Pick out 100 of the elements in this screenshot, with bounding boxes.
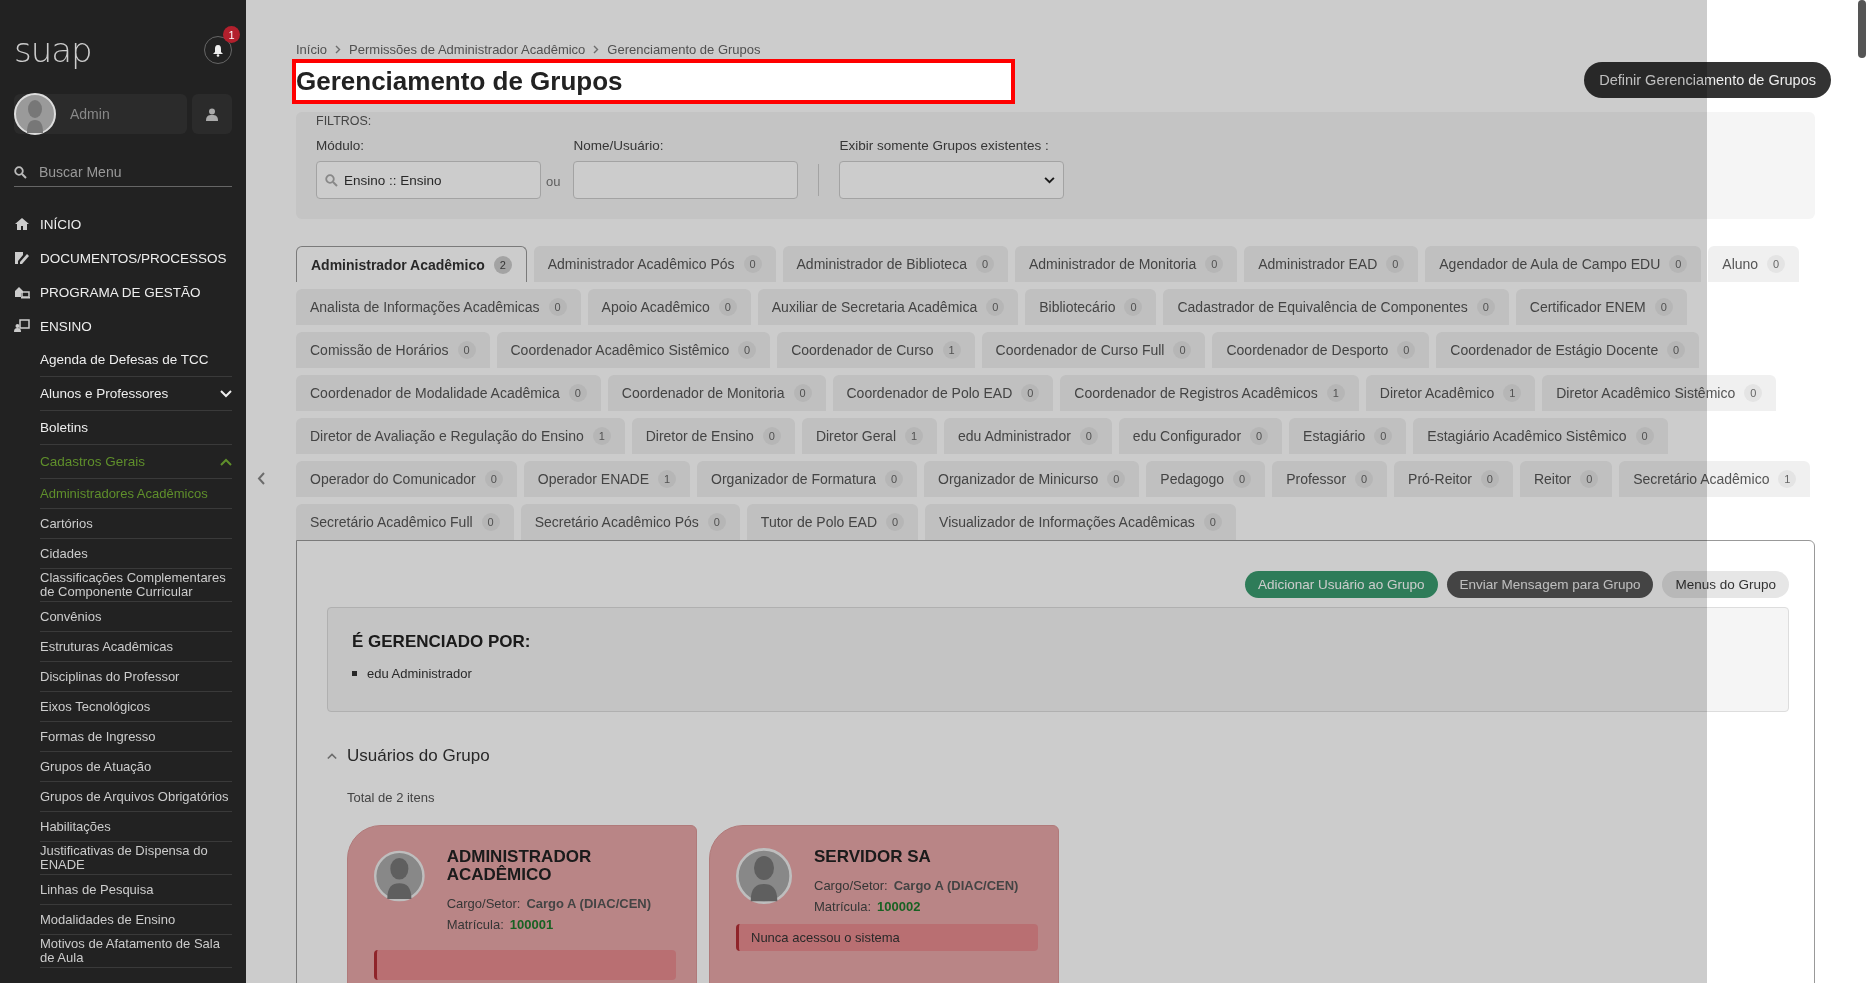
- group-tab[interactable]: Secretário Acadêmico Full 0: [296, 504, 514, 540]
- submenu-link[interactable]: Cartórios: [40, 509, 232, 539]
- group-tab[interactable]: Certificador ENEM 0: [1515, 289, 1687, 325]
- submenu-link[interactable]: Formas de Ingresso: [40, 722, 232, 752]
- menu-item[interactable]: PROGRAMA DE GESTÃO: [14, 275, 232, 309]
- menu-search-field[interactable]: Buscar Menu: [39, 164, 209, 180]
- menu-item[interactable]: DOCUMENTOS/PROCESSOS: [14, 241, 232, 275]
- breadcrumb-link[interactable]: Permissões de Administrador Acadêmico: [349, 42, 586, 57]
- submenu-link[interactable]: Linhas de Pesquisa: [40, 875, 232, 905]
- group-tab[interactable]: Administrador Acadêmico 2: [296, 246, 527, 282]
- group-tab[interactable]: Analista de Informações Acadêmicas 0: [296, 289, 581, 325]
- users-section-toggle[interactable]: Usuários do Grupo: [327, 746, 1789, 766]
- group-tab[interactable]: Pró-Reitor 0: [1394, 461, 1513, 497]
- field-label: Exibir somente Grupos existentes :: [839, 138, 1050, 153]
- group-tab[interactable]: Estagiário 0: [1289, 418, 1407, 454]
- group-tab[interactable]: Coordenador de Curso Full 0: [981, 332, 1206, 368]
- submenu-item[interactable]: Agenda de Defesas de TCC: [40, 343, 232, 377]
- select-field[interactable]: [839, 161, 1065, 199]
- submenu-item[interactable]: Boletins: [40, 411, 232, 445]
- count-badge: 1: [1503, 384, 1522, 402]
- submenu-link[interactable]: Justificativas de Dispensa do ENADE: [40, 842, 232, 875]
- group-tab[interactable]: edu Administrador 0: [944, 418, 1112, 454]
- group-tab[interactable]: Organizador de Formatura 0: [697, 461, 917, 497]
- group-tab[interactable]: Administrador Acadêmico Pós 0: [533, 246, 776, 282]
- group-tab[interactable]: Coordenador de Modalidade Acadêmica 0: [296, 375, 601, 411]
- group-tab[interactable]: Coordenador de Curso 1: [777, 332, 975, 368]
- user-profile-button[interactable]: Admin: [14, 94, 187, 134]
- group-tab[interactable]: edu Configurador 0: [1118, 418, 1283, 454]
- group-tab[interactable]: Organizador de Minicurso 0: [924, 461, 1140, 497]
- group-tab[interactable]: Operador ENADE 1: [523, 461, 691, 497]
- submenu-link[interactable]: Grupos de Atuação: [40, 752, 232, 782]
- group-tab[interactable]: Bibliotecário 0: [1025, 289, 1157, 325]
- submenu-link[interactable]: Grupos de Arquivos Obrigatórios: [40, 782, 232, 812]
- group-tab[interactable]: Aluno 0: [1708, 246, 1800, 282]
- group-tab[interactable]: Coordenador Acadêmico Sistêmico 0: [496, 332, 771, 368]
- module-field[interactable]: Ensino :: Ensino: [316, 161, 541, 199]
- group-tab[interactable]: Coordenador de Polo EAD 0: [832, 375, 1054, 411]
- scrollbar-thumb[interactable]: [1858, 0, 1866, 58]
- group-tab[interactable]: Administrador de Biblioteca 0: [782, 246, 1008, 282]
- name-field[interactable]: [573, 161, 799, 199]
- group-tab[interactable]: Cadastrador de Equivalência de Componentes 0: [1163, 289, 1509, 325]
- group-tab[interactable]: Coordenador de Estágio Docente 0: [1436, 332, 1700, 368]
- group-tab[interactable]: Diretor Acadêmico Sistêmico 0: [1542, 375, 1777, 411]
- menu-item[interactable]: ENSINO: [14, 309, 232, 343]
- submenu-link[interactable]: Cidades: [40, 539, 232, 569]
- user-name: Admin: [70, 106, 110, 122]
- group-tab[interactable]: Operador do Comunicador 0: [296, 461, 517, 497]
- count-badge: 1: [942, 341, 961, 359]
- group-tab[interactable]: Coordenador de Registros Acadêmicos 1: [1060, 375, 1359, 411]
- group-tab[interactable]: Secretário Acadêmico 1: [1619, 461, 1811, 497]
- count-badge: 1: [905, 427, 923, 445]
- chevron-left-icon: [257, 472, 265, 485]
- count-badge: 2: [493, 255, 512, 274]
- app-logo[interactable]: suap: [14, 30, 92, 70]
- group-tab[interactable]: Tutor de Polo EAD 0: [746, 504, 919, 540]
- group-tab[interactable]: Administrador EAD 0: [1244, 246, 1419, 282]
- group-tab[interactable]: Diretor de Ensino 0: [631, 418, 795, 454]
- count-badge: 0: [885, 470, 903, 488]
- group-tab[interactable]: Pedagogo 0: [1146, 461, 1266, 497]
- total-count: Total de 2 itens: [347, 790, 436, 805]
- group-action-button[interactable]: Enviar Mensagem para Grupo: [1446, 571, 1654, 598]
- group-tab[interactable]: Estagiário Acadêmico Sistêmico 0: [1413, 418, 1668, 454]
- group-tab[interactable]: Administrador de Monitoria 0: [1014, 246, 1238, 282]
- group-action-button[interactable]: Menus do Grupo: [1662, 571, 1789, 598]
- group-tab[interactable]: Coordenador de Desporto 0: [1212, 332, 1430, 368]
- submenu-item[interactable]: Alunos e Professores: [40, 377, 232, 411]
- define-management-button[interactable]: Definir Gerenciamento de Grupos: [1584, 62, 1831, 98]
- user-role: Cargo/Setor: Cargo A (DIAC/CEN): [814, 878, 1019, 893]
- group-tab[interactable]: Secretário Acadêmico Pós 0: [520, 504, 740, 540]
- group-tab[interactable]: Professor 0: [1272, 461, 1388, 497]
- submenu-link[interactable]: Motivos de Afatamento de Sala de Aula: [40, 935, 232, 968]
- count-badge: 0: [1203, 513, 1222, 531]
- submenu-item[interactable]: Cadastros Gerais: [40, 445, 232, 479]
- submenu-link[interactable]: Estruturas Acadêmicas: [40, 632, 232, 662]
- group-action-button[interactable]: Adicionar Usuário ao Grupo: [1245, 571, 1438, 598]
- submenu-link[interactable]: Convênios: [40, 602, 232, 632]
- submenu-link[interactable]: Eixos Tecnológicos: [40, 692, 232, 722]
- group-tab[interactable]: Reitor 0: [1519, 461, 1613, 497]
- count-badge: 0: [1744, 384, 1763, 402]
- count-badge: 0: [1669, 255, 1688, 273]
- group-tab[interactable]: Diretor de Avaliação e Regulação do Ensino 1: [296, 418, 625, 454]
- menu-item[interactable]: INÍCIO: [14, 207, 232, 241]
- group-tab[interactable]: Agendador de Aula de Campo EDU 0: [1425, 246, 1702, 282]
- submenu-link[interactable]: Habilitações: [40, 812, 232, 842]
- group-tab[interactable]: Coordenador de Monitoria 0: [607, 375, 826, 411]
- submenu-link[interactable]: Classificações Complementares de Componente Curricular: [40, 569, 232, 602]
- submenu-link[interactable]: Administradores Acadêmicos: [40, 479, 232, 509]
- count-badge: 0: [1374, 427, 1393, 445]
- count-badge: 0: [1107, 470, 1126, 488]
- page-title: Gerenciamento de Grupos: [296, 66, 623, 97]
- group-tab[interactable]: Visualizador de Informações Acadêmicas 0: [925, 504, 1236, 540]
- submenu-link[interactable]: Modalidades de Ensino: [40, 905, 232, 935]
- group-tab[interactable]: Diretor Geral 1: [801, 418, 937, 454]
- group-tab[interactable]: Comissão de Horários 0: [296, 332, 490, 368]
- group-tab[interactable]: Apoio Acadêmico 0: [587, 289, 751, 325]
- user-menu-button[interactable]: [192, 94, 232, 134]
- breadcrumb-link[interactable]: Início: [296, 42, 328, 57]
- group-tab[interactable]: Auxiliar de Secretaria Acadêmica 0: [757, 289, 1019, 325]
- group-tab[interactable]: Diretor Acadêmico 1: [1365, 375, 1536, 411]
- submenu-link[interactable]: Disciplinas do Professor: [40, 662, 232, 692]
